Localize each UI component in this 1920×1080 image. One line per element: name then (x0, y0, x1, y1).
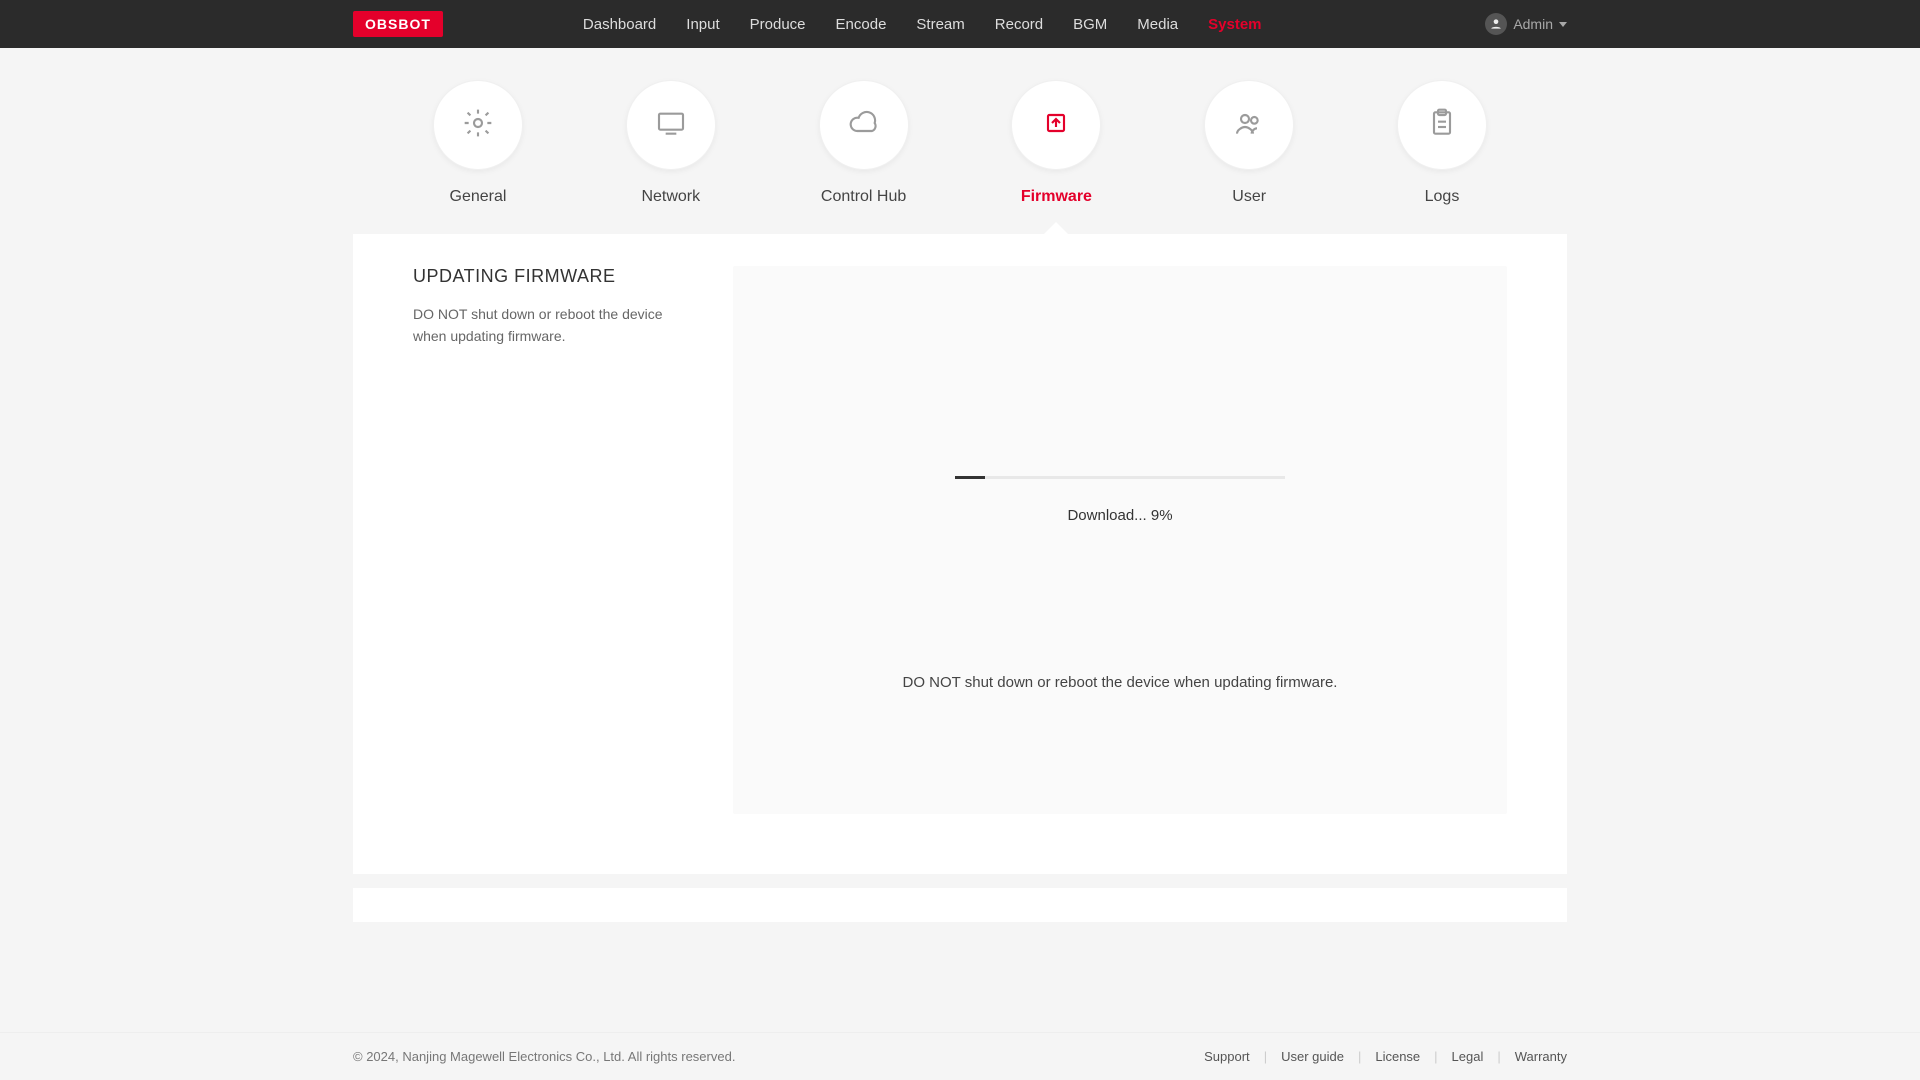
nav-encode[interactable]: Encode (836, 16, 887, 33)
footer-links: Support| User guide| License| Legal| War… (1204, 1049, 1567, 1064)
panel-title: UPDATING FIRMWARE (413, 266, 673, 287)
nav-dashboard[interactable]: Dashboard (583, 16, 656, 33)
subtab-label: Firmware (1021, 188, 1092, 206)
subtab-label: Network (641, 188, 700, 206)
nav-stream[interactable]: Stream (916, 16, 964, 33)
top-bar: OBSBOT Dashboard Input Produce Encode St… (0, 0, 1920, 48)
user-menu[interactable]: Admin (1485, 13, 1567, 35)
subtab-network[interactable]: Network (626, 80, 716, 206)
progress-bar (955, 476, 1285, 479)
main-panel: UPDATING FIRMWARE DO NOT shut down or re… (353, 234, 1567, 874)
main-nav: Dashboard Input Produce Encode Stream Re… (583, 16, 1262, 33)
footer-link-support[interactable]: Support (1204, 1049, 1250, 1064)
subtab-logs[interactable]: Logs (1397, 80, 1487, 206)
progress-panel: Download... 9% DO NOT shut down or reboo… (733, 266, 1507, 814)
chip-icon (1040, 107, 1072, 144)
panel-subtitle: DO NOT shut down or reboot the device wh… (413, 303, 673, 348)
users-icon (1233, 107, 1265, 144)
download-status: Download... 9% (1067, 507, 1172, 524)
system-subtabs: General Network Control Hub Firmware Use… (353, 48, 1567, 234)
nav-produce[interactable]: Produce (750, 16, 806, 33)
footer-link-userguide[interactable]: User guide (1281, 1049, 1344, 1064)
gear-icon (462, 107, 494, 144)
footer-link-legal[interactable]: Legal (1452, 1049, 1484, 1064)
monitor-icon (655, 107, 687, 144)
subtab-firmware[interactable]: Firmware (1011, 80, 1101, 206)
subtab-label: User (1232, 188, 1266, 206)
nav-system[interactable]: System (1208, 16, 1261, 33)
panel-sidebar: UPDATING FIRMWARE DO NOT shut down or re… (413, 266, 673, 814)
avatar-icon (1485, 13, 1507, 35)
footer-link-license[interactable]: License (1375, 1049, 1420, 1064)
subtab-user[interactable]: User (1204, 80, 1294, 206)
bottom-strip (353, 888, 1567, 922)
progress-fill (955, 476, 985, 479)
subtab-controlhub[interactable]: Control Hub (819, 80, 909, 206)
user-name: Admin (1513, 16, 1553, 32)
brand-logo: OBSBOT (353, 11, 443, 37)
footer: © 2024, Nanjing Magewell Electronics Co.… (0, 1032, 1920, 1080)
footer-link-warranty[interactable]: Warranty (1515, 1049, 1567, 1064)
nav-record[interactable]: Record (995, 16, 1043, 33)
subtab-label: General (450, 188, 507, 206)
subtab-general[interactable]: General (433, 80, 523, 206)
subtab-label: Logs (1425, 188, 1460, 206)
cloud-icon (848, 107, 880, 144)
subtab-label: Control Hub (821, 188, 906, 206)
nav-bgm[interactable]: BGM (1073, 16, 1107, 33)
clipboard-icon (1426, 107, 1458, 144)
nav-input[interactable]: Input (686, 16, 719, 33)
chevron-down-icon (1559, 22, 1567, 27)
firmware-warning: DO NOT shut down or reboot the device wh… (903, 674, 1338, 691)
copyright: © 2024, Nanjing Magewell Electronics Co.… (353, 1049, 735, 1064)
nav-media[interactable]: Media (1137, 16, 1178, 33)
